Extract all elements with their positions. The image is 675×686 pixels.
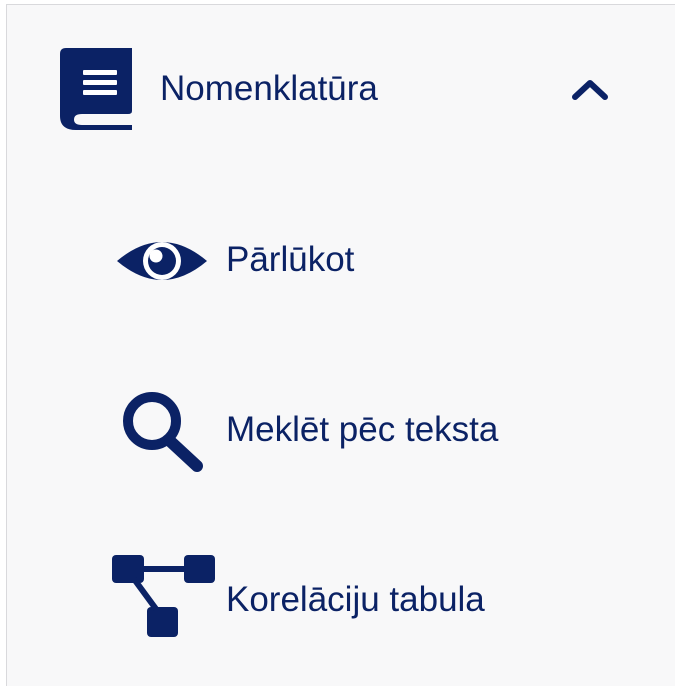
- nav-item-meklet[interactable]: Meklēt pēc teksta: [7, 369, 675, 489]
- sitemap-icon: [112, 555, 215, 637]
- nomenklatura-section-header[interactable]: Nomenklatūra: [7, 31, 675, 161]
- eye-icon: [117, 242, 207, 280]
- chevron-up-icon[interactable]: [571, 79, 609, 101]
- section-label: Nomenklatūra: [160, 69, 378, 108]
- nav-item-label: Korelāciju tabula: [226, 580, 485, 619]
- search-icon: [123, 392, 203, 472]
- nav-item-label: Pārlūkot: [226, 240, 355, 279]
- nav-panel: Nomenklatūra Pārlūkot Meklēt pēc teksta: [6, 4, 675, 686]
- nav-item-parlukot[interactable]: Pārlūkot: [7, 199, 675, 319]
- nav-item-korelaciju-tabula[interactable]: Korelāciju tabula: [7, 539, 675, 659]
- nav-item-label: Meklēt pēc teksta: [226, 410, 499, 449]
- book-icon: [60, 48, 132, 130]
